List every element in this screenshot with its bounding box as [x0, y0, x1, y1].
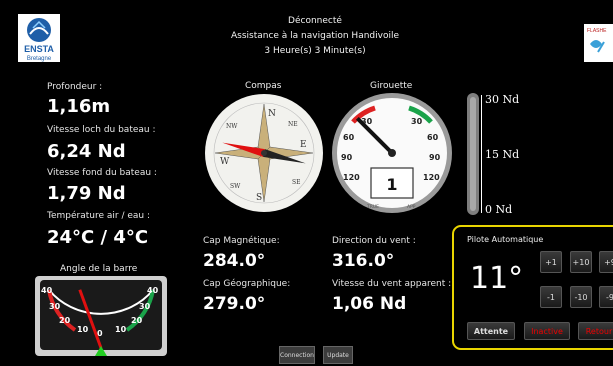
minus-1-button[interactable]: -1	[540, 286, 562, 308]
rudder-tick: 20	[131, 316, 143, 325]
compass-label: S	[256, 193, 262, 203]
geographic-heading-value: 279.0°	[203, 294, 266, 314]
windvane-tick: 60	[343, 133, 355, 142]
rudder-title: Angle de la barre	[60, 264, 138, 274]
rudder-tick: 40	[41, 286, 53, 295]
windvane-tick: 30	[411, 117, 423, 126]
plus-10-button[interactable]: +10	[570, 251, 592, 273]
windvane-tick: 60	[427, 133, 439, 142]
rudder-tick: 20	[59, 316, 71, 325]
inactive-button[interactable]: Inactive	[524, 322, 570, 340]
compass-label: SE	[292, 179, 301, 186]
update-button[interactable]: Update	[323, 346, 353, 364]
compass-label: E	[300, 140, 307, 150]
depth-value: 1,16m	[47, 96, 111, 117]
temperature-value: 24°C / 4°C	[47, 227, 149, 248]
windvane-tick: 90	[341, 153, 353, 162]
wind-scale-label: 15 Nd	[485, 148, 520, 161]
wind-scale-label: 0 Nd	[485, 203, 513, 216]
windvane-gauge: 30 30 60 60 90 90 120 120 1 TRUE APP	[331, 92, 453, 214]
app-title: Assistance à la navigation Handivoile	[230, 31, 400, 41]
plus-9-button[interactable]: +9	[599, 251, 613, 273]
compass-title: Compas	[245, 81, 282, 91]
compass-label: W	[220, 157, 230, 167]
ground-speed-value: 1,79 Nd	[47, 183, 126, 204]
windvane-true-label: TRUE	[366, 204, 379, 210]
wind-speed-bar	[466, 93, 480, 215]
windvane-tick: 120	[423, 173, 440, 182]
compass-label: NE	[288, 121, 298, 128]
windvane-tick: 120	[343, 173, 360, 182]
wind-scale-label: 30 Nd	[485, 93, 520, 106]
return-button[interactable]: Retour	[578, 322, 613, 340]
geographic-heading-label: Cap Géographique:	[203, 279, 291, 289]
rudder-tick: 10	[115, 325, 127, 334]
elapsed-time: 3 Heure(s) 3 Minute(s)	[264, 46, 366, 56]
compass-label: NW	[226, 123, 238, 130]
connection-button[interactable]: Connection	[279, 346, 315, 364]
rudder-tick: 30	[139, 302, 151, 311]
autopilot-panel: Pilote Automatique 11° +1 +10 +9 -1 -10 …	[452, 225, 613, 350]
magnetic-heading-label: Cap Magnétique:	[203, 236, 280, 246]
rudder-tick: 10	[77, 325, 89, 334]
flashe-logo: FLASHE	[584, 24, 613, 62]
compass-label: SW	[230, 183, 241, 190]
apparent-wind-label: Vitesse du vent apparent :	[332, 279, 452, 289]
minus-10-button[interactable]: -10	[570, 286, 592, 308]
apparent-wind-value: 1,06 Nd	[332, 294, 407, 314]
compass-gauge: N E S W NE SE SW NW	[204, 92, 324, 214]
compass-label: N	[268, 109, 276, 119]
magnetic-heading-value: 284.0°	[203, 251, 266, 271]
wind-direction-label: Direction du vent :	[332, 236, 416, 246]
temperature-label: Température air / eau :	[47, 211, 150, 221]
flashe-emblem-icon: FLASHE	[587, 28, 607, 53]
ensta-emblem-icon: ENSTA Bretagne	[18, 14, 60, 62]
wind-direction-value: 316.0°	[332, 251, 395, 271]
windvane-app-label: APP	[407, 204, 416, 210]
logo-right-text: FLASHE	[587, 28, 607, 34]
autopilot-title: Pilote Automatique	[467, 235, 544, 244]
windvane-display: 1	[386, 175, 397, 194]
windvane-title: Girouette	[370, 81, 413, 91]
ground-speed-label: Vitesse fond du bateau :	[47, 168, 157, 178]
connection-status: Déconnecté	[288, 16, 342, 26]
rudder-gauge: 40 30 20 10 0 10 20 30 40	[35, 276, 167, 356]
autopilot-heading: 11°	[470, 261, 524, 296]
logo-sub: Bretagne	[27, 56, 52, 62]
windvane-tick: 90	[429, 153, 441, 162]
rudder-tick: 40	[147, 286, 159, 295]
depth-label: Profondeur :	[47, 82, 103, 92]
ensta-logo: ENSTA Bretagne	[18, 14, 60, 62]
minus-9-button[interactable]: -9	[599, 286, 613, 308]
rudder-tick: 30	[49, 302, 61, 311]
plus-1-button[interactable]: +1	[540, 251, 562, 273]
logo-name: ENSTA	[24, 44, 54, 54]
standby-button[interactable]: Attente	[467, 322, 515, 340]
loch-speed-label: Vitesse loch du bateau :	[47, 125, 156, 135]
loch-speed-value: 6,24 Nd	[47, 141, 126, 162]
